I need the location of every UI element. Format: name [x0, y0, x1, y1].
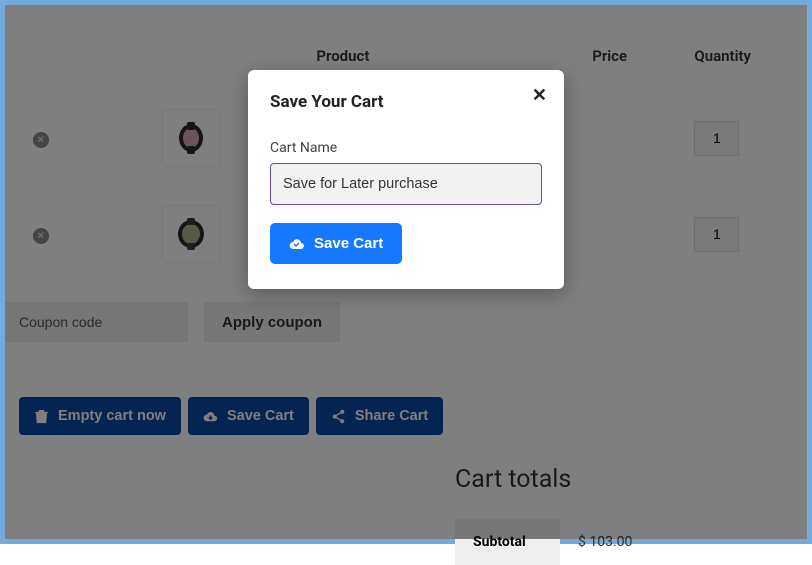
modal-save-label: Save Cart: [314, 235, 383, 252]
save-cart-modal: Save Your Cart ✕ Cart Name Save Cart: [248, 70, 564, 289]
modal-overlay[interactable]: Save Your Cart ✕ Cart Name Save Cart: [5, 5, 807, 539]
modal-save-button[interactable]: Save Cart: [270, 223, 402, 264]
cart-name-input[interactable]: [270, 163, 542, 205]
close-icon[interactable]: ✕: [532, 87, 547, 105]
modal-title: Save Your Cart: [270, 92, 542, 112]
cloud-save-icon: [289, 237, 305, 251]
cart-name-label: Cart Name: [270, 140, 542, 156]
